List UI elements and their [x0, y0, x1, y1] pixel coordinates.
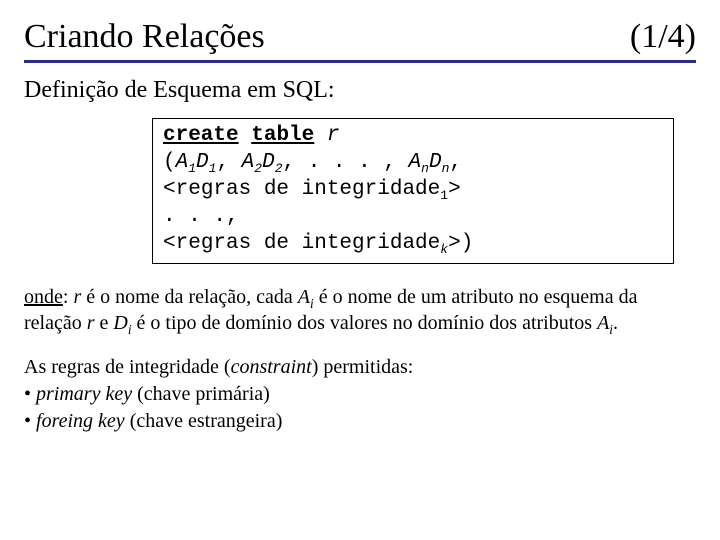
constraints-paragraph: As regras de integridade (constraint) pe… [24, 354, 696, 435]
var-A: A [298, 286, 310, 308]
page-title: Criando Relações [24, 18, 265, 56]
sub-2a: 2 [254, 161, 262, 176]
sub-k: k [440, 242, 448, 257]
keyword-create: create [163, 124, 239, 147]
code-block: create table r (A1D1, A2D2, . . . , AnDn… [152, 118, 674, 264]
var-r2: r [87, 312, 95, 334]
keyword-table: table [251, 124, 314, 147]
bullet-foreign-key: • foreing key (chave estrangeira) [24, 408, 696, 435]
sym-D1: D [196, 151, 209, 174]
code-line-5: <regras de integridadek>) [163, 231, 663, 258]
var-D: D [113, 312, 127, 334]
sym-An: A [409, 151, 422, 174]
gt-2: > [448, 232, 461, 255]
bullet-2-dot: • [24, 410, 36, 432]
lt-2: < [163, 232, 176, 255]
rule-text-1: regras de integridade [176, 178, 441, 201]
bullet-1-term: primary key [36, 383, 132, 405]
sub-2b: 2 [275, 161, 283, 176]
sym-D2: D [262, 151, 275, 174]
var-A2: A [597, 312, 609, 334]
explanation-paragraph: onde: r é o nome da relação, cada Ai é o… [24, 284, 696, 336]
dot: . [613, 312, 618, 334]
bullet-2-term: foreing key [36, 410, 125, 432]
code-line-2: (A1D1, A2D2, . . . , AnDn, [163, 150, 663, 177]
gt-1: > [448, 178, 461, 201]
lt-1: < [163, 178, 176, 201]
constraint-word: constraint [231, 356, 312, 378]
code-line-3: <regras de integridade1> [163, 177, 663, 204]
sym-A2: A [242, 151, 255, 174]
txt-1: é o nome da relação, cada [81, 286, 298, 308]
sym-Dn: D [429, 151, 442, 174]
code-line-4: . . ., [163, 204, 663, 231]
sym-A1: A [176, 151, 189, 174]
ellipsis-1: . . . , [295, 151, 408, 174]
code-line-1: create table r [163, 123, 663, 150]
bullet-1-rest: (chave primária) [132, 383, 270, 405]
colon: : [63, 286, 74, 308]
bullet-primary-key: • primary key (chave primária) [24, 381, 696, 408]
rule-text-2: regras de integridade [176, 232, 441, 255]
title-row: Criando Relações (1/4) [24, 18, 696, 63]
lead-txt-2: ) permitidas: [312, 356, 414, 378]
page-number: (1/4) [630, 18, 696, 56]
sep-1: , [216, 151, 241, 174]
lead-txt: As regras de integridade ( [24, 356, 231, 378]
onde-label: onde [24, 286, 63, 308]
lparen: ( [163, 151, 176, 174]
sub-na: n [421, 161, 429, 176]
rparen: ) [461, 232, 474, 255]
txt-3: e [95, 312, 114, 334]
txt-4: é o tipo de domínio dos valores no domín… [132, 312, 598, 334]
sub-1a: 1 [188, 161, 196, 176]
bullet-2-rest: (chave estrangeira) [125, 410, 283, 432]
subtitle: Definição de Esquema em SQL: [24, 77, 696, 104]
sub-r1: 1 [440, 188, 448, 203]
bullet-1-dot: • [24, 383, 36, 405]
constraints-lead: As regras de integridade (constraint) pe… [24, 354, 696, 381]
identifier-r: r [327, 124, 340, 147]
